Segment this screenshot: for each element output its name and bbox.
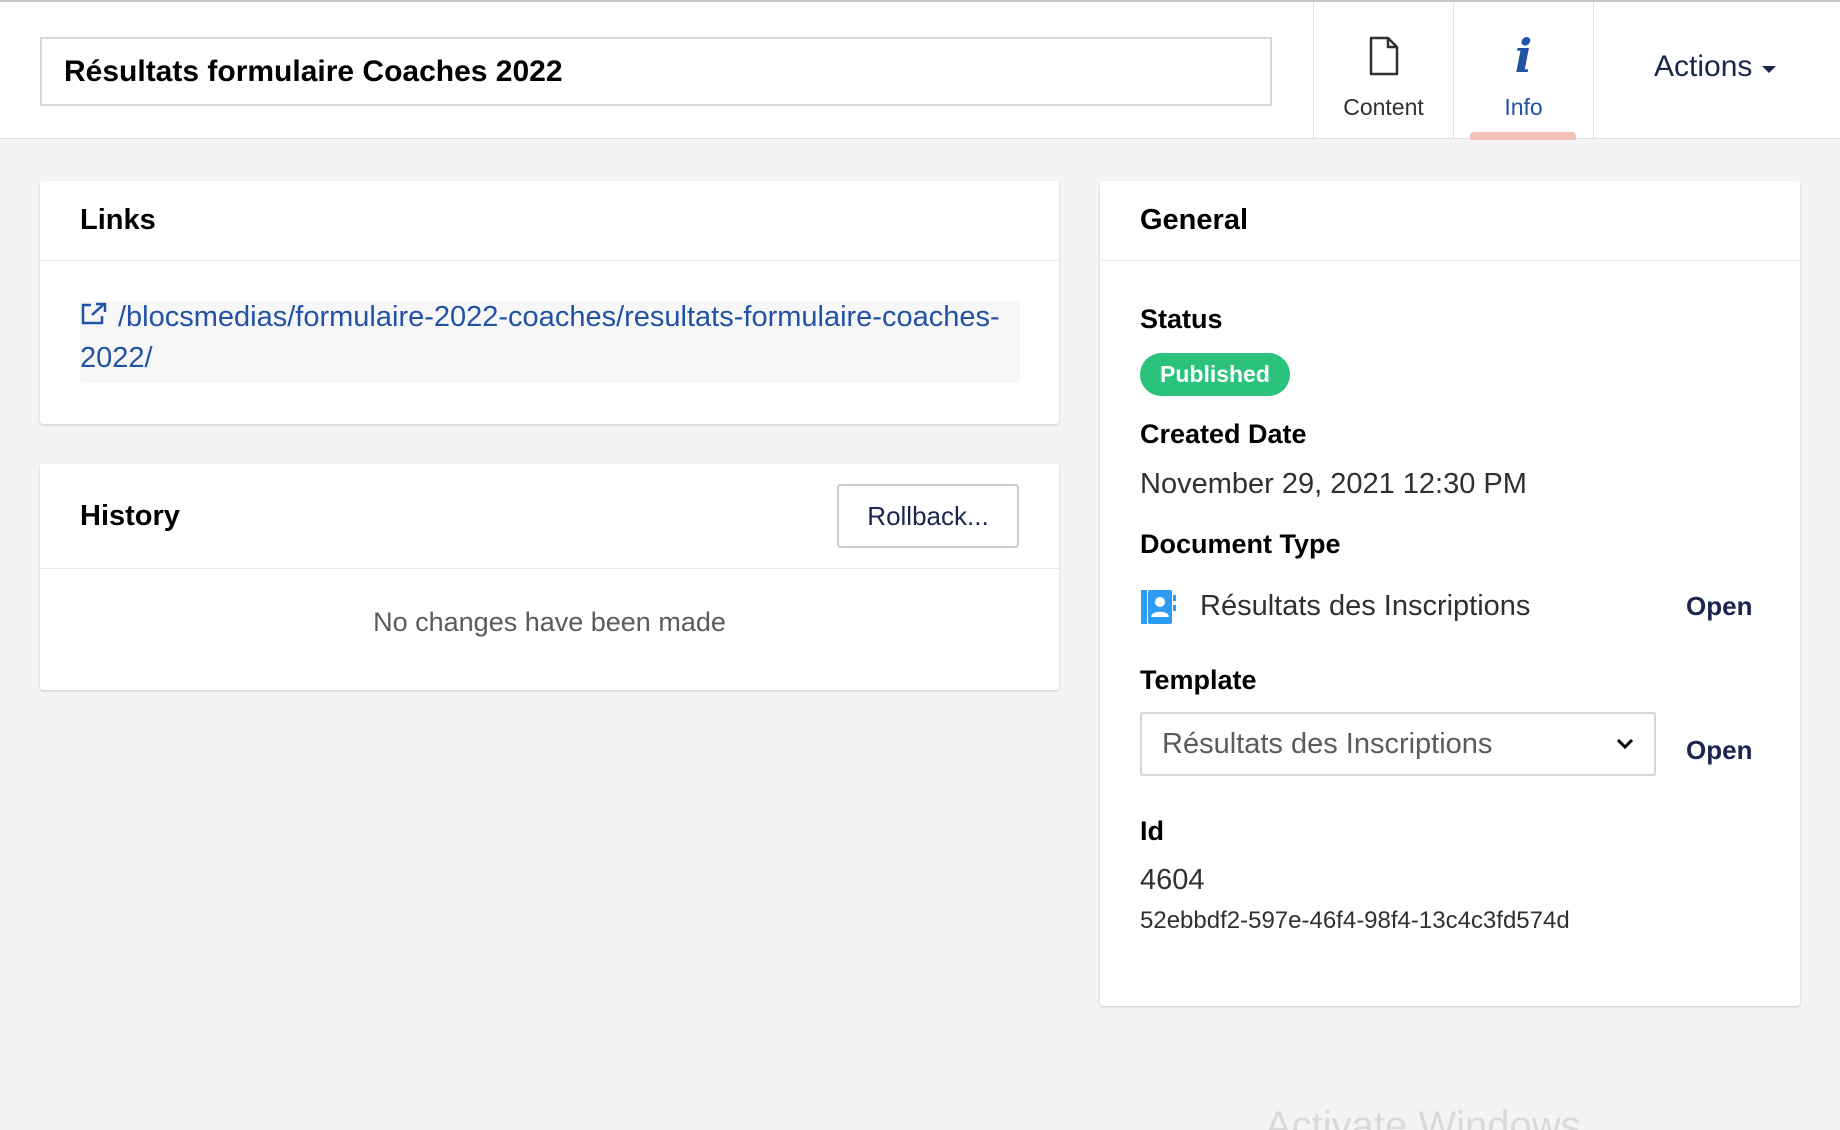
actions-area: Actions [1593, 2, 1840, 139]
id-value: 4604 [1140, 864, 1205, 896]
links-header: Links [40, 181, 1059, 261]
document-url-link[interactable]: /blocsmedias/formulaire-2022-coaches/res… [80, 297, 1020, 379]
status-label: Status [1140, 304, 1223, 334]
history-title: History [80, 499, 180, 532]
history-panel: History Rollback... No changes have been… [40, 464, 1059, 690]
actions-label: Actions [1654, 50, 1753, 83]
id-label: Id [1140, 816, 1164, 846]
caret-down-icon [1762, 65, 1777, 73]
history-empty-message: No changes have been made [373, 607, 726, 637]
actions-button[interactable]: Actions [1654, 50, 1777, 84]
document-name-input[interactable] [40, 37, 1272, 106]
active-tab-indicator [1470, 132, 1576, 140]
links-panel: Links /blocsmedias/formulaire-2022-coach… [40, 181, 1059, 424]
chevron-down-icon [1616, 738, 1634, 750]
editor-header: Content i Info Actions [0, 0, 1840, 140]
tab-content[interactable]: Content [1313, 2, 1453, 139]
created-date-value: November 29, 2021 12:30 PM [1140, 468, 1527, 500]
general-header: General [1100, 181, 1800, 261]
tab-content-label: Content [1343, 94, 1424, 120]
link-row: /blocsmedias/formulaire-2022-coaches/res… [80, 301, 1020, 383]
guid-value: 52ebbdf2-597e-46f4-98f4-13c4c3fd574d [1140, 907, 1570, 934]
rollback-button[interactable]: Rollback... [837, 484, 1019, 548]
history-header: History Rollback... [40, 464, 1059, 569]
created-date-label: Created Date [1140, 419, 1307, 449]
template-label: Template [1140, 665, 1257, 695]
general-panel: General Status Published Created Date No… [1100, 181, 1800, 1006]
document-icon [1369, 36, 1398, 76]
links-title: Links [80, 204, 156, 236]
tab-info-label: Info [1504, 94, 1543, 120]
general-title: General [1140, 204, 1248, 236]
windows-activation-watermark: Activate Windows [1265, 1104, 1581, 1130]
info-icon: i [1514, 29, 1533, 83]
document-type-value: Résultats des Inscriptions [1200, 590, 1531, 622]
template-open-link[interactable]: Open [1686, 735, 1752, 766]
status-badge: Published [1140, 353, 1290, 396]
template-selected-value: Résultats des Inscriptions [1162, 727, 1493, 760]
document-type-label: Document Type [1140, 529, 1341, 559]
contact-book-icon [1141, 590, 1176, 624]
document-type-open-link[interactable]: Open [1686, 591, 1752, 622]
tab-info[interactable]: i Info [1453, 2, 1593, 139]
template-select[interactable]: Résultats des Inscriptions [1140, 712, 1656, 776]
